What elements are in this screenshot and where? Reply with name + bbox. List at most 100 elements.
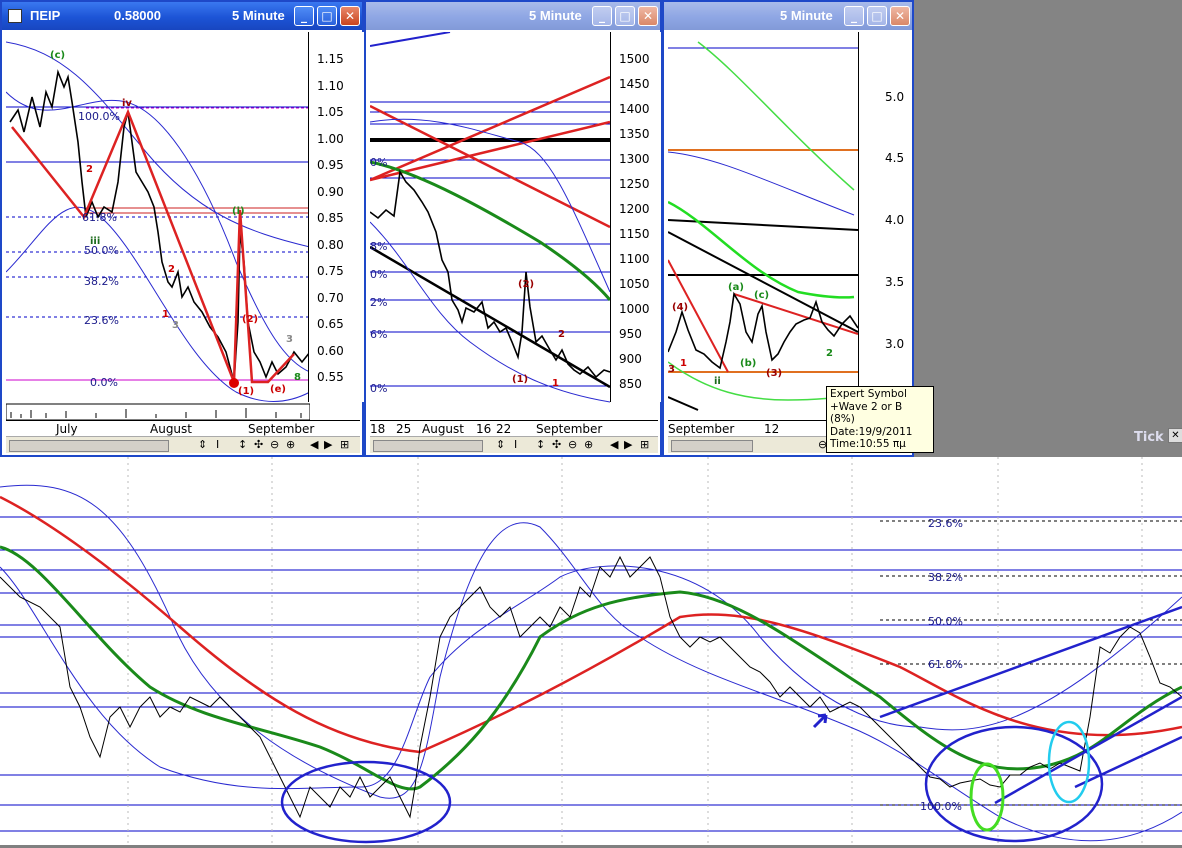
x-tick-label: 16 [476, 422, 492, 436]
cursor-icon[interactable]: ⇕ [496, 438, 505, 451]
scroll-right-icon[interactable]: ▶ [324, 438, 332, 451]
close-button[interactable]: ✕ [638, 6, 658, 26]
x-tick-label: September [536, 422, 603, 436]
tick-chart-plot[interactable]: 23.6% 38.2% 50.0% 61.8% 100.0% [0, 457, 1182, 845]
title-bar[interactable]: 5 Minute _ □ ✕ [664, 2, 912, 30]
close-button[interactable]: ✕ [890, 6, 910, 26]
y-tick-label: 1400 [619, 102, 650, 116]
y-axis: 5.0 4.5 4.0 3.5 3.0 [858, 32, 911, 402]
y-tick-label: 1450 [619, 77, 650, 91]
horizontal-scrollbar[interactable] [373, 440, 483, 452]
price-chart[interactable]: (c) iv iii (i) 2 2 1 3 3 (1) (2) (e) 8 1… [6, 32, 310, 420]
tooltip: Expert Symbol +Wave 2 or B (8%) Date:19/… [826, 386, 934, 453]
y-tick-label: 0.75 [317, 264, 344, 278]
y-tick-label: 1250 [619, 177, 650, 191]
x-tick-label: September [248, 422, 315, 436]
y-tick-label: 1100 [619, 252, 650, 266]
close-icon[interactable]: ✕ [1168, 428, 1182, 443]
red-trendline [668, 259, 729, 373]
wave-label: 3 [668, 364, 675, 375]
x-tick-label: August [422, 422, 464, 436]
title-bar[interactable]: 5 Minute _ □ ✕ [366, 2, 660, 30]
y-tick-label: 1.15 [317, 52, 344, 66]
x-axis: 18 25 August 16 22 September [370, 420, 658, 437]
minimize-button[interactable]: _ [294, 6, 314, 26]
move-icon[interactable]: ✣ [254, 438, 263, 451]
chart-window-2[interactable]: 5 Minute _ □ ✕ (2) (1) 2 1 0% 8% 0% 2% 6… [364, 0, 662, 457]
price-chart[interactable]: (2) (1) 2 1 0% 8% 0% 2% 6% 0% [370, 32, 610, 420]
green-band [697, 41, 855, 191]
tooltip-line: Expert Symbol [830, 388, 907, 400]
chart-window-1[interactable]: ΠΕΙΡ 0.58000 5 Minute _ □ ✕ (c) iv iii (… [0, 0, 367, 457]
y-tick-label: 1350 [619, 127, 650, 141]
maximize-button[interactable]: □ [867, 6, 887, 26]
scroll-left-icon[interactable]: ◀ [610, 438, 618, 451]
grid-icon[interactable]: ⊞ [340, 438, 349, 451]
y-tick-label: 1.10 [317, 79, 344, 93]
close-button[interactable]: ✕ [340, 6, 360, 26]
fib-label: 38.2% [84, 275, 119, 288]
wave-label: 1 [162, 309, 169, 320]
main-tick-chart[interactable]: 23.6% 38.2% 50.0% 61.8% 100.0% [0, 457, 1182, 845]
maximize-button[interactable]: □ [615, 6, 635, 26]
y-axis: 1500 1450 1400 1350 1300 1250 1200 1150 … [610, 32, 661, 402]
crosshair-icon[interactable]: I [514, 438, 517, 451]
y-tick-label: 3.5 [885, 275, 905, 289]
y-tick-label: 1500 [619, 52, 650, 66]
fib-label: 2% [370, 296, 387, 309]
fib-label: 100.0% [920, 800, 962, 813]
minimize-button[interactable]: _ [844, 6, 864, 26]
wave-label: (c) [50, 50, 65, 61]
move-icon[interactable]: ↕ [536, 438, 545, 451]
fib-label: 50.0% [84, 244, 119, 257]
price-chart[interactable]: (4) (a) (c) (b) ii (3) 2 1 3 [668, 32, 858, 420]
window-interval: 5 Minute [232, 8, 285, 23]
black-trendline [668, 396, 699, 411]
move-icon[interactable]: ↕ [238, 438, 247, 451]
wave-label: 2 [826, 348, 833, 359]
fib-label: 0.0% [90, 376, 118, 389]
price-line [370, 169, 610, 379]
grid-icon[interactable]: ⊞ [640, 438, 649, 451]
maximize-button[interactable]: □ [317, 6, 337, 26]
y-tick-label: 4.0 [885, 213, 905, 227]
green-highlight-ellipse [969, 762, 1005, 832]
tick-price-line [0, 555, 1182, 819]
horizontal-scrollbar[interactable] [9, 440, 169, 452]
y-tick-label: 0.60 [317, 344, 344, 358]
price-line [9, 69, 310, 383]
title-bar[interactable]: ΠΕΙΡ 0.58000 5 Minute _ □ ✕ [2, 2, 362, 30]
scroll-left-icon[interactable]: ◀ [310, 438, 318, 451]
zoom-out-icon[interactable]: ⊖ [568, 438, 577, 451]
cursor-icon[interactable]: ⇕ [198, 438, 207, 451]
wave-label: 1 [552, 378, 559, 389]
y-tick-label: 950 [619, 327, 642, 341]
minimize-button[interactable]: _ [592, 6, 612, 26]
blue-highlight-ellipse [280, 760, 452, 844]
zoom-in-icon[interactable]: ⊕ [584, 438, 593, 451]
y-tick-label: 900 [619, 352, 642, 366]
y-tick-label: 0.55 [317, 370, 344, 384]
y-tick-label: 1000 [619, 302, 650, 316]
zoom-out-icon[interactable]: ⊖ [270, 438, 279, 451]
wave-label: 8 [294, 372, 301, 383]
scroll-right-icon[interactable]: ▶ [624, 438, 632, 451]
move-icon[interactable]: ✣ [552, 438, 561, 451]
chart-toolbar: ⇕ I ↕ ✣ ⊖ ⊕ ◀ ▶ ⊞ [6, 436, 360, 453]
x-tick-label: 18 [370, 422, 386, 436]
crosshair-icon[interactable]: I [216, 438, 219, 451]
zoom-in-icon[interactable]: ⊕ [286, 438, 295, 451]
y-tick-label: 0.90 [317, 185, 344, 199]
wave-label: (3) [766, 368, 782, 379]
y-tick-label: 0.85 [317, 211, 344, 225]
horizontal-scrollbar[interactable] [671, 440, 753, 452]
wave-label: (e) [270, 384, 286, 395]
x-tick-label: 25 [396, 422, 412, 436]
window-interval: 5 Minute [529, 8, 582, 23]
wave-label: (i) [232, 206, 245, 217]
blue-channel [879, 605, 1182, 719]
volume-strip [6, 403, 310, 420]
x-tick-label: 12 [764, 422, 780, 436]
fib-label: 50.0% [928, 615, 963, 628]
y-tick-label: 1150 [619, 227, 650, 241]
